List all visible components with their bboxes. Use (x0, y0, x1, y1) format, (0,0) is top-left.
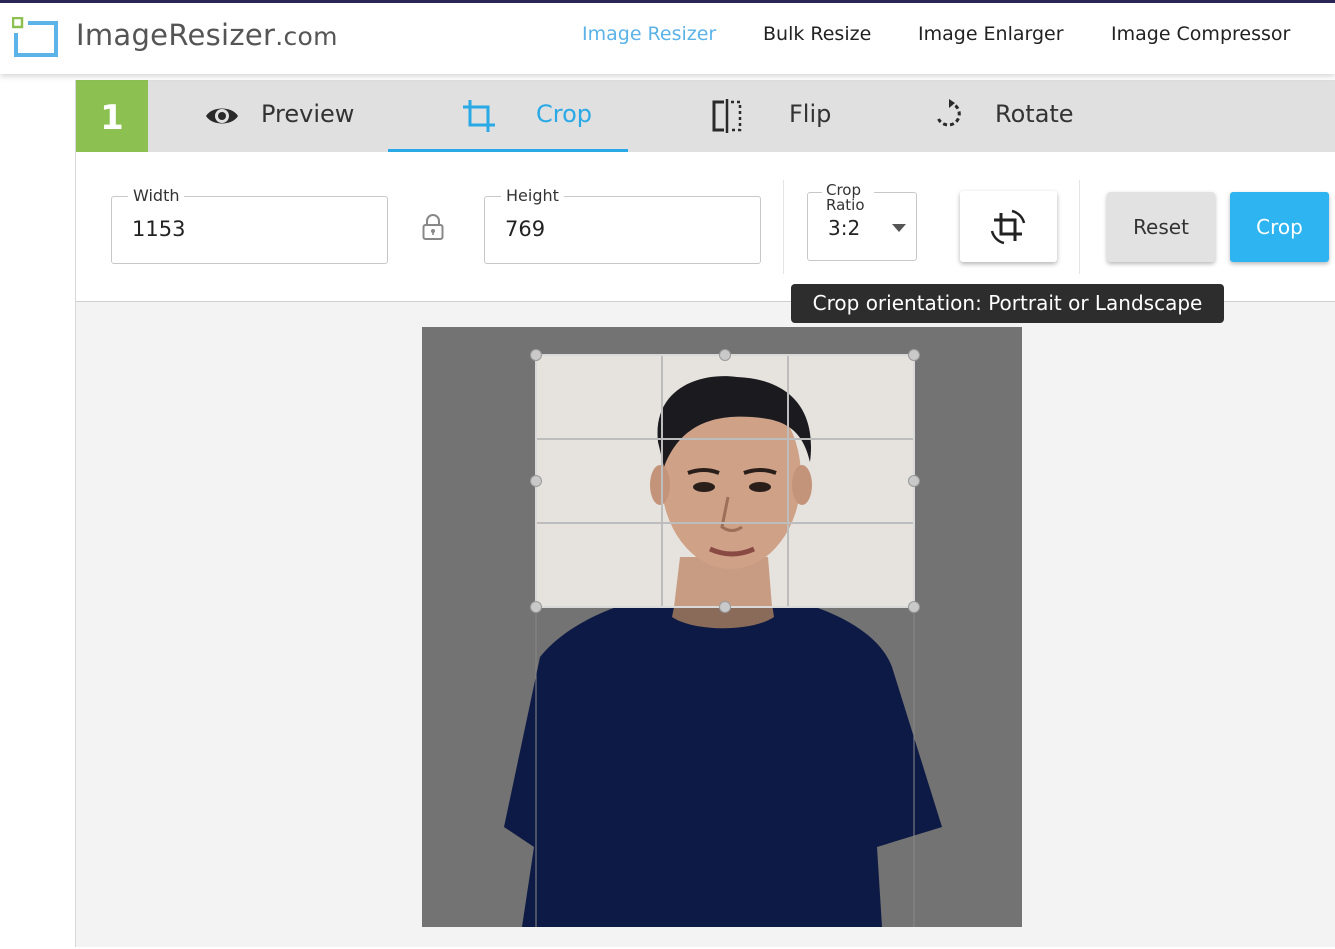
crop-handle-bottom[interactable] (719, 601, 731, 613)
chevron-down-icon (892, 224, 906, 232)
nav-bulk-resize[interactable]: Bulk Resize (763, 23, 871, 45)
width-input[interactable]: 1153 (132, 217, 332, 241)
tab-rotate[interactable]: Rotate (934, 80, 1114, 152)
tab-flip[interactable]: Flip (710, 80, 870, 152)
crop-handle-top-left[interactable] (530, 349, 542, 361)
person-photo (422, 327, 1022, 927)
height-label: Height (501, 186, 564, 205)
crop-handle-top-right[interactable] (908, 349, 920, 361)
brand-domain: .com (275, 22, 338, 51)
tab-crop[interactable]: Crop (388, 80, 628, 152)
width-field[interactable]: Width 1153 (111, 186, 388, 264)
crop-rotate-icon (990, 209, 1026, 245)
tab-crop-label: Crop (536, 100, 593, 128)
flip-icon (712, 99, 742, 133)
nav-image-enlarger[interactable]: Image Enlarger (918, 23, 1064, 45)
brand-name[interactable]: ImageResizer.com (76, 18, 338, 52)
eye-icon (206, 108, 238, 124)
crop-handle-bottom-right[interactable] (908, 601, 920, 613)
crop-handle-top[interactable] (719, 349, 731, 361)
active-tab-underline (388, 149, 628, 152)
height-input[interactable]: 769 (505, 217, 705, 241)
reset-button[interactable]: Reset (1107, 192, 1215, 262)
crop-handle-bottom-left[interactable] (530, 601, 542, 613)
brand-name-text: ImageResizer (76, 18, 276, 52)
image-canvas[interactable] (422, 327, 1022, 927)
tab-flip-label: Flip (789, 100, 832, 128)
width-label: Width (128, 186, 185, 205)
crop-ratio-value: 3:2 (828, 216, 861, 240)
nav-image-compressor[interactable]: Image Compressor (1111, 23, 1290, 45)
tab-preview-label: Preview (261, 100, 355, 128)
crop-tool-panel: 1 Preview Crop Flip Rotate Width 1153 He… (75, 80, 1335, 302)
resize-square-icon[interactable] (12, 17, 58, 57)
crop-button[interactable]: Crop (1230, 192, 1329, 262)
orientation-tooltip: Crop orientation: Portrait or Landscape (791, 284, 1224, 323)
crop-ratio-select[interactable]: Crop Ratio 3:2 (807, 183, 917, 261)
tab-rotate-label: Rotate (995, 100, 1074, 128)
crop-handle-left[interactable] (530, 475, 542, 487)
crop-handle-right[interactable] (908, 475, 920, 487)
height-field[interactable]: Height 769 (484, 186, 761, 264)
rotate-icon (937, 99, 961, 127)
tab-preview[interactable]: Preview (204, 80, 404, 152)
lock-icon[interactable] (422, 213, 444, 241)
nav-image-resizer[interactable]: Image Resizer (582, 23, 716, 45)
crop-orientation-button[interactable] (960, 191, 1057, 262)
crop-icon (463, 100, 495, 132)
top-navigation-bar: ImageResizer.com Image Resizer Bulk Resi… (0, 0, 1335, 74)
step-number: 1 (76, 80, 148, 152)
crop-ratio-label: Crop Ratio (822, 183, 874, 213)
divider (783, 180, 784, 274)
divider (1079, 180, 1080, 274)
edit-tabs: 1 Preview Crop Flip Rotate (76, 80, 1335, 152)
